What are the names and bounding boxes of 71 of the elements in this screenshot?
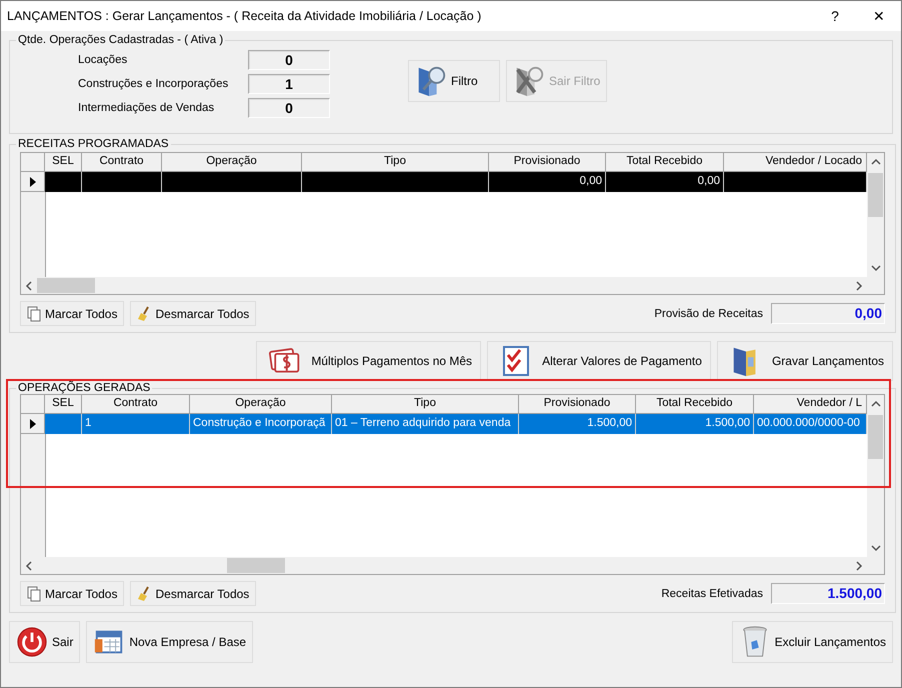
scroll-down-icon[interactable] [870, 264, 880, 272]
scroll-thumb[interactable] [227, 558, 285, 573]
column-header[interactable]: Vendedor / Locado [724, 153, 867, 172]
table-row[interactable]: 0,00 0,00 [21, 172, 867, 192]
table-cell: 01 – Terreno adquirido para venda [335, 417, 511, 429]
column-header[interactable]: Provisionado [519, 395, 636, 414]
action-button[interactable]: Múltiplos Pagamentos no Mês [256, 341, 482, 381]
table-cell: 00.000.000/0000-00 [757, 417, 860, 429]
select-button[interactable]: Desmarcar Todos [130, 581, 256, 606]
scroll-right-icon[interactable] [855, 560, 863, 570]
scroll-left-icon[interactable] [25, 560, 33, 570]
column-header[interactable]: Contrato [82, 153, 162, 172]
group-title: RECEITAS PROGRAMADAS [17, 138, 170, 150]
count-label: Locações [78, 54, 128, 66]
scroll-thumb[interactable] [868, 173, 883, 217]
group-title: Qtde. Operações Cadastradas - ( Ativa ) [17, 34, 224, 46]
table-cell: 1.500,00 [587, 417, 632, 429]
table-cell: Construção e Incorporaçã [193, 417, 326, 429]
select-button[interactable]: Marcar Todos [20, 301, 124, 326]
scroll-right-icon[interactable] [855, 280, 863, 290]
action-button[interactable]: Alterar Valores de Pagamento [487, 341, 711, 381]
column-header[interactable]: Tipo [332, 395, 519, 414]
table-cell: 1.500,00 [705, 417, 750, 429]
scroll-up-icon[interactable] [870, 400, 880, 408]
broom-icon [137, 586, 152, 602]
footer-button[interactable]: Nova Empresa / Base [86, 621, 254, 663]
scroll-thumb[interactable] [868, 415, 883, 459]
table-row[interactable]: 1 Construção e Incorporaçã 01 – Terreno adquirido para venda 1.500,00 1.500,00 00.000.000/0000-00 [21, 414, 867, 434]
help-button[interactable]: ? [813, 1, 857, 31]
row-pointer-icon [30, 176, 36, 186]
column-header[interactable]: Contrato [82, 395, 190, 414]
power-icon [16, 625, 48, 659]
row-pointer-icon [30, 418, 36, 428]
group-title: OPERAÇÕES GERADAS [17, 382, 152, 394]
column-header[interactable]: Tipo [302, 153, 489, 172]
count-label: Construções e Incorporações [78, 78, 230, 90]
count-label: Intermediações de Vendas [78, 102, 216, 114]
footer-button[interactable]: Sair [9, 621, 80, 663]
filter-button[interactable]: Filtro [408, 60, 500, 102]
broom-icon [137, 306, 152, 322]
column-header[interactable]: Vendedor / L [754, 395, 867, 414]
total-label: Receitas Efetivadas [661, 588, 763, 600]
total-label: Provisão de Receitas [654, 308, 763, 320]
footer-button[interactable]: Excluir Lançamentos [732, 621, 893, 663]
pages-icon [27, 306, 41, 322]
action-button[interactable]: Gravar Lançamentos [716, 341, 893, 381]
scroll-up-icon[interactable] [870, 158, 880, 166]
column-header[interactable]: Provisionado [489, 153, 606, 172]
count-field: 0 [248, 50, 330, 70]
folder-x-icon [513, 64, 545, 98]
scroll-thumb[interactable] [37, 278, 95, 293]
table-cell: 0,00 [698, 175, 720, 187]
total-field: 0,00 [771, 303, 885, 324]
total-field: 1.500,00 [771, 583, 885, 604]
column-header[interactable]: Total Recebido [606, 153, 724, 172]
close-button[interactable]: ✕ [857, 1, 901, 31]
scroll-down-icon[interactable] [870, 544, 880, 552]
pages-icon [27, 586, 41, 602]
column-header[interactable]: SEL [45, 153, 82, 172]
select-button[interactable]: Desmarcar Todos [130, 301, 256, 326]
count-field: 0 [248, 98, 330, 118]
column-header[interactable]: SEL [45, 395, 82, 414]
scroll-left-icon[interactable] [25, 280, 33, 290]
select-button[interactable]: Marcar Todos [20, 581, 124, 606]
table-cell: 1 [85, 417, 92, 429]
window-title: LANÇAMENTOS : Gerar Lançamentos - ( Receita da Atividade Imobiliária / Locação ) [7, 9, 482, 23]
column-header[interactable]: Operação [190, 395, 332, 414]
column-header[interactable]: Total Recebido [636, 395, 754, 414]
table-cell: 0,00 [580, 175, 602, 187]
count-field: 1 [248, 74, 330, 94]
column-header[interactable]: Operação [162, 153, 302, 172]
